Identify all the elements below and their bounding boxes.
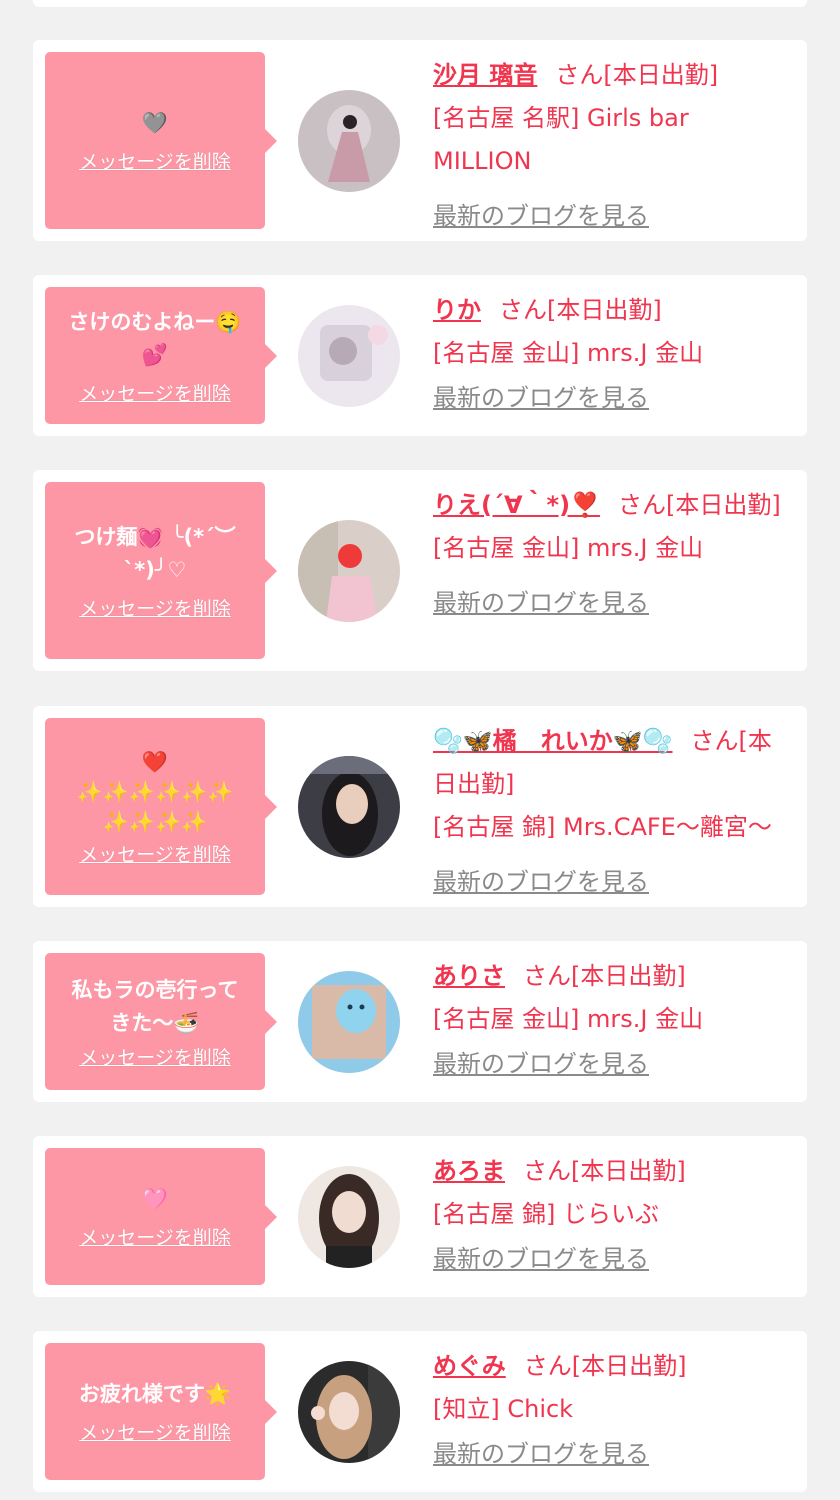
shop-name: [名古屋 錦] Mrs.CAFE〜離宮〜 — [433, 813, 772, 841]
shop-name: [名古屋 金山] mrs.J 金山 — [433, 1005, 704, 1033]
shop-name: [名古屋 錦] じらいぶ — [433, 1200, 659, 1228]
avatar[interactable] — [298, 90, 400, 192]
name-line: 沙月 璃音 さん[本日出勤] — [433, 54, 793, 97]
message-card: 🩷 メッセージを削除 あろま さん[本日出勤] [名古屋 錦] じらいぶ 最新のブ… — [33, 1136, 807, 1297]
delete-message-link[interactable]: メッセージを削除 — [79, 1046, 231, 1070]
message-bubble: 🩷 メッセージを削除 — [45, 1148, 277, 1285]
cast-name-link[interactable]: りえ(´∀｀*)❣️ — [433, 491, 600, 519]
latest-blog-link[interactable]: 最新のブログを見る — [433, 195, 649, 238]
shop-name: [名古屋 金山] mrs.J 金山 — [433, 534, 704, 562]
cast-info: めぐみ さん[本日出勤] [知立] Chick 最新のブログを見る — [433, 1345, 793, 1476]
message-card: さけのむよねー🤤 💕 メッセージを削除 りか さん[本日出勤] [名古屋 金山] … — [33, 275, 807, 436]
message-text: さけのむよねー🤤 💕 — [68, 309, 242, 367]
avatar[interactable] — [298, 971, 400, 1073]
message-bubble: つけ麺💓 ╰(*´︶`*)╯♡ メッセージを削除 — [45, 482, 277, 659]
message-text: 🩶 — [141, 111, 169, 135]
avatar[interactable] — [298, 1166, 400, 1268]
name-line: りか さん[本日出勤] — [433, 289, 793, 332]
avatar[interactable] — [298, 520, 400, 622]
delete-message-link[interactable]: メッセージを削除 — [79, 597, 231, 621]
avatar[interactable] — [298, 305, 400, 407]
message-bubble: お疲れ様です🌟 メッセージを削除 — [45, 1343, 277, 1480]
message-text: 私もラの壱行って きた〜🍜 — [71, 977, 239, 1035]
cast-info: ありさ さん[本日出勤] [名古屋 金山] mrs.J 金山 最新のブログを見る — [433, 955, 793, 1086]
message-card: 🩶 メッセージを削除 沙月 璃音 さん[本日出勤] [名古屋 名駅] Girls … — [33, 40, 807, 241]
latest-blog-link[interactable]: 最新のブログを見る — [433, 861, 649, 904]
previous-card-edge — [33, 0, 807, 7]
message-card: つけ麺💓 ╰(*´︶`*)╯♡ メッセージを削除 りえ(´∀｀*)❣️ さん[本日… — [33, 470, 807, 671]
message-text: ❤️ ✨✨✨✨✨✨ ✨✨✨✨ — [76, 749, 234, 834]
message-text: つけ麺💓 ╰(*´︶`*)╯♡ — [74, 524, 236, 582]
status-text: さん[本日出勤] — [523, 962, 686, 990]
name-line: めぐみ さん[本日出勤] — [433, 1345, 793, 1388]
message-text: お疲れ様です🌟 — [78, 1382, 232, 1406]
delete-message-link[interactable]: メッセージを削除 — [79, 1421, 231, 1445]
latest-blog-link[interactable]: 最新のブログを見る — [433, 377, 649, 420]
name-line: 🫧🦋橘 れいか🦋🫧 さん[本日出勤] — [433, 720, 793, 806]
latest-blog-link[interactable]: 最新のブログを見る — [433, 1433, 649, 1476]
delete-message-link[interactable]: メッセージを削除 — [79, 1226, 231, 1250]
name-line: ありさ さん[本日出勤] — [433, 955, 793, 998]
name-line: りえ(´∀｀*)❣️ さん[本日出勤] — [433, 484, 793, 527]
message-card: お疲れ様です🌟 メッセージを削除 めぐみ さん[本日出勤] [知立] Chick … — [33, 1331, 807, 1492]
name-line: あろま さん[本日出勤] — [433, 1150, 793, 1193]
cast-name-link[interactable]: 🫧🦋橘 れいか🦋🫧 — [433, 727, 673, 755]
cast-name-link[interactable]: めぐみ — [433, 1352, 506, 1380]
status-text: さん[本日出勤] — [523, 1157, 686, 1185]
delete-message-link[interactable]: メッセージを削除 — [79, 150, 231, 174]
avatar[interactable] — [298, 1361, 400, 1463]
message-card: ❤️ ✨✨✨✨✨✨ ✨✨✨✨ メッセージを削除 🫧🦋橘 れいか🦋🫧 さん[本日出勤… — [33, 706, 807, 907]
status-text: さん[本日出勤] — [617, 491, 781, 519]
message-bubble: さけのむよねー🤤 💕 メッセージを削除 — [45, 287, 277, 424]
message-card: 私もラの壱行って きた〜🍜 メッセージを削除 ありさ さん[本日出勤] [名古屋 … — [33, 941, 807, 1102]
delete-message-link[interactable]: メッセージを削除 — [79, 843, 231, 867]
status-text: さん[本日出勤] — [555, 61, 719, 89]
latest-blog-link[interactable]: 最新のブログを見る — [433, 1238, 649, 1281]
delete-message-link[interactable]: メッセージを削除 — [79, 382, 231, 406]
cast-name-link[interactable]: ありさ — [433, 962, 505, 990]
cast-name-link[interactable]: あろま — [433, 1157, 505, 1185]
cast-info: 🫧🦋橘 れいか🦋🫧 さん[本日出勤] [名古屋 錦] Mrs.CAFE〜離宮〜 最… — [433, 720, 793, 904]
shop-name: [名古屋 金山] mrs.J 金山 — [433, 339, 704, 367]
message-bubble: ❤️ ✨✨✨✨✨✨ ✨✨✨✨ メッセージを削除 — [45, 718, 277, 895]
cast-info: りえ(´∀｀*)❣️ さん[本日出勤] [名古屋 金山] mrs.J 金山 最新の… — [433, 484, 793, 625]
shop-name: [知立] Chick — [433, 1395, 574, 1423]
cast-info: りか さん[本日出勤] [名古屋 金山] mrs.J 金山 最新のブログを見る — [433, 289, 793, 420]
status-text: さん[本日出勤] — [523, 1352, 687, 1380]
latest-blog-link[interactable]: 最新のブログを見る — [433, 582, 649, 625]
cast-info: あろま さん[本日出勤] [名古屋 錦] じらいぶ 最新のブログを見る — [433, 1150, 793, 1281]
avatar[interactable] — [298, 756, 400, 858]
message-text: 🩷 — [141, 1187, 169, 1211]
status-text: さん[本日出勤] — [499, 296, 662, 324]
shop-name: [名古屋 名駅] Girls bar MILLION — [433, 104, 689, 175]
cast-info: 沙月 璃音 さん[本日出勤] [名古屋 名駅] Girls bar MILLION… — [433, 54, 793, 238]
message-bubble: 🩶 メッセージを削除 — [45, 52, 277, 229]
cast-name-link[interactable]: りか — [433, 296, 481, 324]
message-bubble: 私もラの壱行って きた〜🍜 メッセージを削除 — [45, 953, 277, 1090]
latest-blog-link[interactable]: 最新のブログを見る — [433, 1043, 649, 1086]
cast-name-link[interactable]: 沙月 璃音 — [433, 61, 537, 89]
